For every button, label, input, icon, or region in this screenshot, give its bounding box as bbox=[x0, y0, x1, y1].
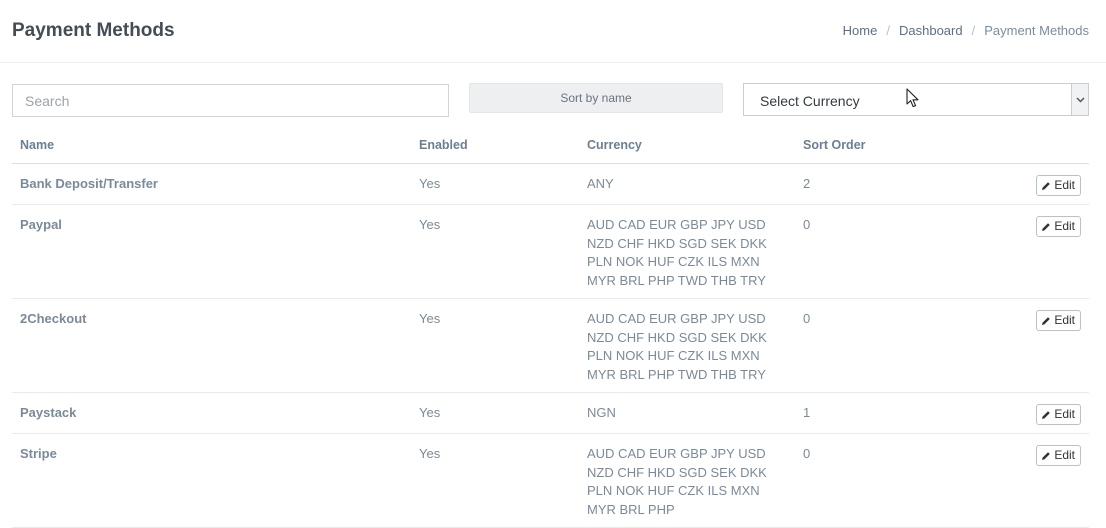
edit-button-label: Edit bbox=[1054, 219, 1075, 234]
pencil-icon bbox=[1042, 410, 1051, 419]
method-name: Stripe bbox=[12, 433, 411, 528]
column-header-currency: Currency bbox=[579, 128, 795, 164]
edit-button[interactable]: Edit bbox=[1036, 404, 1081, 425]
breadcrumb-separator: / bbox=[886, 23, 890, 38]
method-currency: AUD CAD EUR GBP JPY USD NZD CHF HKD SGD … bbox=[579, 298, 795, 393]
method-sort-order: 1 bbox=[795, 392, 965, 434]
method-currency: NGN bbox=[579, 392, 795, 434]
method-currency: AUD CAD EUR GBP JPY USD NZD CHF HKD SGD … bbox=[579, 204, 795, 299]
edit-button-label: Edit bbox=[1054, 178, 1075, 193]
method-sort-order: 0 bbox=[795, 204, 965, 299]
edit-button-label: Edit bbox=[1054, 313, 1075, 328]
method-sort-order: 2 bbox=[795, 163, 965, 205]
column-header-name: Name bbox=[12, 128, 411, 164]
payment-methods-table: Name Enabled Currency Sort Order Bank De… bbox=[12, 128, 1089, 528]
method-name: Paystack bbox=[12, 392, 411, 434]
column-header-actions bbox=[965, 128, 1089, 164]
method-sort-order: 0 bbox=[795, 298, 965, 393]
breadcrumb-dashboard[interactable]: Dashboard bbox=[899, 23, 963, 38]
method-enabled: Yes bbox=[411, 163, 579, 205]
pencil-icon bbox=[1042, 222, 1051, 231]
table-row: Paypal Yes AUD CAD EUR GBP JPY USD NZD C… bbox=[12, 204, 1089, 299]
method-currency: ANY bbox=[579, 163, 795, 205]
edit-button[interactable]: Edit bbox=[1036, 175, 1081, 196]
method-sort-order: 0 bbox=[795, 433, 965, 528]
table-header-row: Name Enabled Currency Sort Order bbox=[12, 128, 1089, 164]
method-enabled: Yes bbox=[411, 298, 579, 393]
edit-button[interactable]: Edit bbox=[1036, 310, 1081, 331]
method-name: Bank Deposit/Transfer bbox=[12, 163, 411, 205]
column-header-enabled: Enabled bbox=[411, 128, 579, 164]
column-header-sort-order: Sort Order bbox=[795, 128, 965, 164]
table-row: Paystack Yes NGN 1 Edit bbox=[12, 392, 1089, 434]
currency-select-value: Select Currency bbox=[760, 93, 860, 109]
edit-button-label: Edit bbox=[1054, 407, 1075, 422]
pencil-icon bbox=[1042, 316, 1051, 325]
method-enabled: Yes bbox=[411, 204, 579, 299]
edit-button[interactable]: Edit bbox=[1036, 216, 1081, 237]
table-row: 2Checkout Yes AUD CAD EUR GBP JPY USD NZ… bbox=[12, 298, 1089, 393]
pencil-icon bbox=[1042, 181, 1051, 190]
search-input[interactable] bbox=[12, 84, 449, 117]
method-name: 2Checkout bbox=[12, 298, 411, 393]
table-row: Stripe Yes AUD CAD EUR GBP JPY USD NZD C… bbox=[12, 433, 1089, 528]
pencil-icon bbox=[1042, 451, 1051, 460]
page-header: Payment Methods Home / Dashboard / Payme… bbox=[0, 0, 1106, 63]
method-enabled: Yes bbox=[411, 392, 579, 434]
breadcrumb-separator: / bbox=[971, 23, 976, 38]
breadcrumb-current: Payment Methods bbox=[984, 23, 1089, 38]
edit-button[interactable]: Edit bbox=[1036, 445, 1081, 466]
breadcrumb: Home / Dashboard / Payment Methods bbox=[843, 23, 1089, 38]
table-row: Bank Deposit/Transfer Yes ANY 2 Edit bbox=[12, 163, 1089, 205]
sort-by-name-button[interactable]: Sort by name bbox=[469, 83, 723, 113]
chevron-down-icon[interactable] bbox=[1071, 84, 1088, 115]
page-title: Payment Methods bbox=[12, 20, 175, 41]
currency-select[interactable]: Select Currency bbox=[743, 83, 1089, 116]
edit-button-label: Edit bbox=[1054, 448, 1075, 463]
breadcrumb-home[interactable]: Home bbox=[843, 23, 878, 38]
method-enabled: Yes bbox=[411, 433, 579, 528]
method-currency: AUD CAD EUR GBP JPY USD NZD CHF HKD SGD … bbox=[579, 433, 795, 528]
method-name: Paypal bbox=[12, 204, 411, 299]
